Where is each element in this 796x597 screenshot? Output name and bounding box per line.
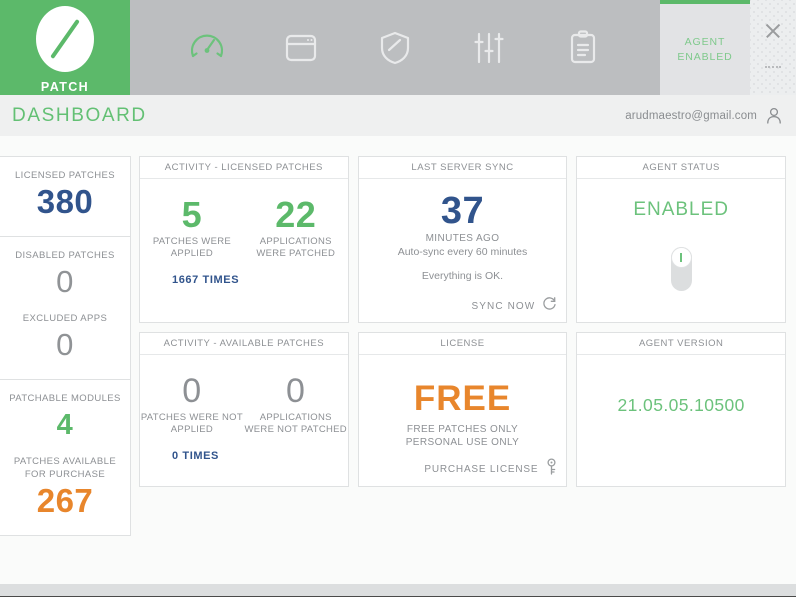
agent-enabled-indicator[interactable]: AGENT ENABLED	[660, 0, 750, 95]
card-agent-status: AGENT STATUS ENABLED	[576, 156, 786, 323]
page-header-bar: DASHBOARD arudmaestro@gmail.com	[0, 95, 796, 136]
user-icon[interactable]	[766, 107, 782, 124]
sync-status-text: Everything is OK.	[421, 270, 504, 282]
card-title: LICENSE	[358, 333, 567, 355]
agent-version-value: 21.05.05.10500	[617, 395, 745, 415]
card-title: ACTIVITY - LICENSED PATCHES	[140, 157, 348, 179]
brand-label: PATCH	[40, 79, 90, 94]
stat-label: PATCHABLE MODULES	[9, 393, 121, 404]
stat-label: PATCHES AVAILABLE FOR PURCHASE	[13, 456, 117, 480]
stat-card-modules-purchase: PATCHABLE MODULES 4 PATCHES AVAILABLE FO…	[0, 380, 131, 536]
key-icon	[546, 458, 557, 480]
metric-patches-not-applied: 0 PATCHES WERE NOT APPLIED	[140, 371, 244, 436]
stat-value: 267	[36, 482, 94, 519]
metric-applications-patched: 22 APPLICATIONS WERE PATCHED	[244, 195, 348, 260]
stat-value: 0	[56, 327, 74, 362]
dashboard-cards-grid: ACTIVITY - LICENSED PATCHES 5 PATCHES WE…	[139, 156, 786, 584]
metric-times: 0 TIMES	[172, 450, 219, 462]
sync-now-button[interactable]: SYNC NOW	[472, 296, 558, 316]
card-body: ENABLED	[577, 179, 785, 322]
agent-panel-line2: ENABLED	[677, 50, 733, 63]
license-line2: PERSONAL USE ONLY	[405, 437, 520, 448]
card-title: AGENT STATUS	[577, 157, 785, 179]
gauge-icon	[188, 29, 226, 67]
app-header: PATCH AGENT ENABLED	[0, 0, 796, 95]
stat-value: 4	[56, 409, 74, 441]
agent-status-toggle[interactable]	[670, 246, 692, 291]
window-controls	[750, 0, 796, 95]
card-body: 0 PATCHES WERE NOT APPLIED 0 APPLICATION…	[140, 355, 348, 486]
nav-item-dashboard[interactable]	[181, 22, 233, 74]
license-tier: FREE	[413, 379, 512, 418]
minimize-icon[interactable]	[765, 66, 781, 68]
stats-sidebar: LICENSED PATCHES 380 DISABLED PATCHES 0 …	[0, 156, 131, 584]
browser-icon	[284, 32, 318, 64]
brand-logo: PATCH	[0, 0, 130, 95]
card-title: ACTIVITY - AVAILABLE PATCHES	[140, 333, 348, 355]
window-footer	[0, 584, 796, 597]
license-line1: FREE PATCHES ONLY	[406, 424, 519, 435]
account-area[interactable]: arudmaestro@gmail.com	[625, 107, 782, 124]
metric-value: 5	[181, 194, 203, 235]
nav-item-settings[interactable]	[463, 22, 515, 74]
agent-panel-line1: AGENT	[684, 35, 726, 48]
auto-sync-interval: Auto-sync every 60 minutes	[397, 246, 528, 258]
stat-card-licensed-patches: LICENSED PATCHES 380	[0, 156, 131, 237]
metric-value: 0	[182, 372, 202, 410]
sliders-icon	[473, 31, 505, 65]
card-activity-available-patches: ACTIVITY - AVAILABLE PATCHES 0 PATCHES W…	[139, 332, 349, 487]
metric-caption: PATCHES WERE APPLIED	[152, 236, 232, 259]
metric-caption: APPLICATIONS WERE PATCHED	[256, 236, 336, 259]
shield-icon	[378, 30, 412, 66]
card-title: AGENT VERSION	[577, 333, 785, 355]
close-icon[interactable]	[764, 22, 782, 40]
toggle-knob	[670, 246, 692, 268]
stat-card-disabled-excluded: DISABLED PATCHES 0 EXCLUDED APPS 0	[0, 237, 131, 380]
sync-now-label: SYNC NOW	[471, 300, 536, 312]
card-license: LICENSE FREE FREE PATCHES ONLY PERSONAL …	[357, 332, 568, 487]
card-title: LAST SERVER SYNC	[358, 157, 567, 179]
agent-status-value: ENABLED	[633, 198, 730, 220]
nav-item-reports[interactable]	[557, 22, 609, 74]
metric-caption: PATCHES WERE NOT APPLIED	[140, 412, 243, 435]
metric-times: 1667 TIMES	[172, 274, 240, 286]
card-last-server-sync: LAST SERVER SYNC 37 MINUTES AGO Auto-syn…	[357, 156, 568, 323]
metric-applications-not-patched: 0 APPLICATIONS WERE NOT PATCHED	[244, 371, 348, 436]
card-body: 37 MINUTES AGO Auto-sync every 60 minute…	[359, 179, 567, 322]
logo-slash-shape	[50, 18, 80, 59]
stat-label: LICENSED PATCHES	[14, 170, 115, 181]
card-body: 21.05.05.10500	[577, 355, 785, 486]
patch-logo-icon	[36, 5, 94, 72]
card-agent-version: AGENT VERSION 21.05.05.10500	[576, 332, 786, 487]
card-activity-licensed-patches: ACTIVITY - LICENSED PATCHES 5 PATCHES WE…	[139, 156, 349, 323]
purchase-license-button[interactable]: PURCHASE LICENSE	[424, 458, 557, 480]
nav-item-patches[interactable]	[275, 22, 327, 74]
stat-label: EXCLUDED APPS	[22, 313, 108, 324]
nav-item-security[interactable]	[369, 22, 421, 74]
sync-minutes-value: 37	[440, 190, 485, 232]
page-title: DASHBOARD	[12, 104, 147, 126]
purchase-license-label: PURCHASE LICENSE	[424, 463, 539, 475]
sync-minutes-caption: MINUTES AGO	[425, 233, 500, 244]
clipboard-icon	[568, 29, 598, 66]
metric-patches-applied: 5 PATCHES WERE APPLIED	[140, 195, 244, 260]
metric-caption: APPLICATIONS WERE NOT PATCHED	[244, 412, 347, 435]
refresh-icon	[542, 296, 557, 316]
card-body: FREE FREE PATCHES ONLY PERSONAL USE ONLY…	[359, 355, 567, 486]
main-content: LICENSED PATCHES 380 DISABLED PATCHES 0 …	[0, 136, 796, 584]
stat-value: 0	[56, 264, 74, 299]
metric-value: 22	[275, 194, 317, 235]
stat-value: 380	[36, 183, 94, 220]
main-nav	[130, 0, 660, 95]
user-email: arudmaestro@gmail.com	[625, 109, 757, 122]
metric-value: 0	[286, 372, 306, 410]
stat-label: DISABLED PATCHES	[15, 250, 115, 261]
card-body: 5 PATCHES WERE APPLIED 22 APPLICATIONS W…	[140, 179, 348, 322]
